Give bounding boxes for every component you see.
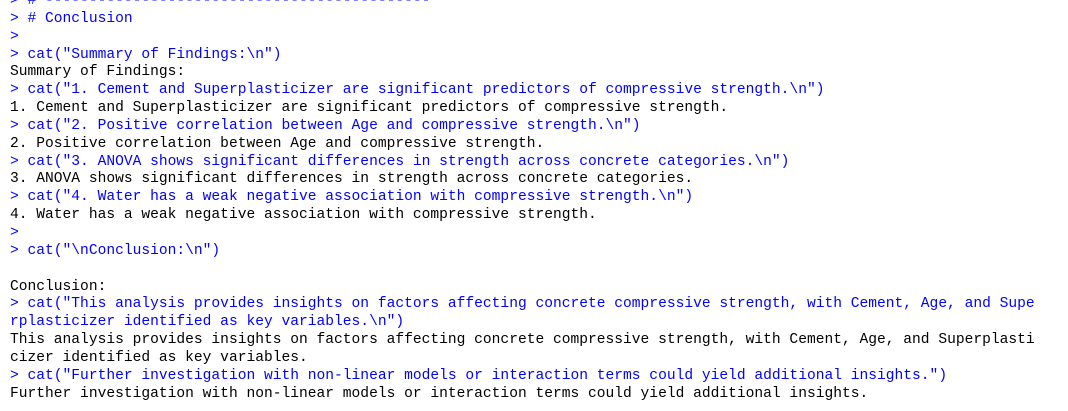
console-output-line: Conclusion:	[10, 278, 107, 295]
console-input-line: > cat("4. Water has a weak negative asso…	[10, 189, 694, 206]
console-input-line: >	[10, 224, 19, 241]
console-output: > # ------------------------------------…	[0, 0, 1068, 403]
console-input-line: > cat("This analysis provides insights o…	[10, 296, 1035, 313]
console-output-line: 3. ANOVA shows significant differences i…	[10, 171, 694, 188]
console-input-line: > # ------------------------------------…	[10, 0, 431, 9]
console-output-line: Summary of Findings:	[10, 64, 186, 81]
console-input-line: >	[10, 28, 19, 45]
console-output-line: cizer identified as key variables.	[10, 349, 308, 366]
console-input-line: > cat("Summary of Findings:\n")	[10, 46, 282, 63]
console-output-line: Further investigation with non-linear mo…	[10, 385, 869, 402]
console-input-line: > cat("2. Positive correlation between A…	[10, 117, 641, 134]
console-output-line: 4. Water has a weak negative association…	[10, 207, 597, 224]
console-output-line: This analysis provides insights on facto…	[10, 332, 1035, 349]
console-input-line: > # Conclusion	[10, 10, 133, 27]
console-input-line: > cat("Further investigation with non-li…	[10, 367, 948, 384]
console-output-line: 1. Cement and Superplasticizer are signi…	[10, 100, 729, 117]
console-input-line: rplasticizer identified as key variables…	[10, 314, 405, 331]
console-input-line: > cat("3. ANOVA shows significant differ…	[10, 153, 790, 170]
console-output-line: 2. Positive correlation between Age and …	[10, 135, 545, 152]
console-input-line: > cat("\nConclusion:\n")	[10, 242, 221, 259]
r-console[interactable]: > # ------------------------------------…	[0, 0, 1068, 411]
console-input-line: > cat("1. Cement and Superplasticizer ar…	[10, 82, 825, 99]
